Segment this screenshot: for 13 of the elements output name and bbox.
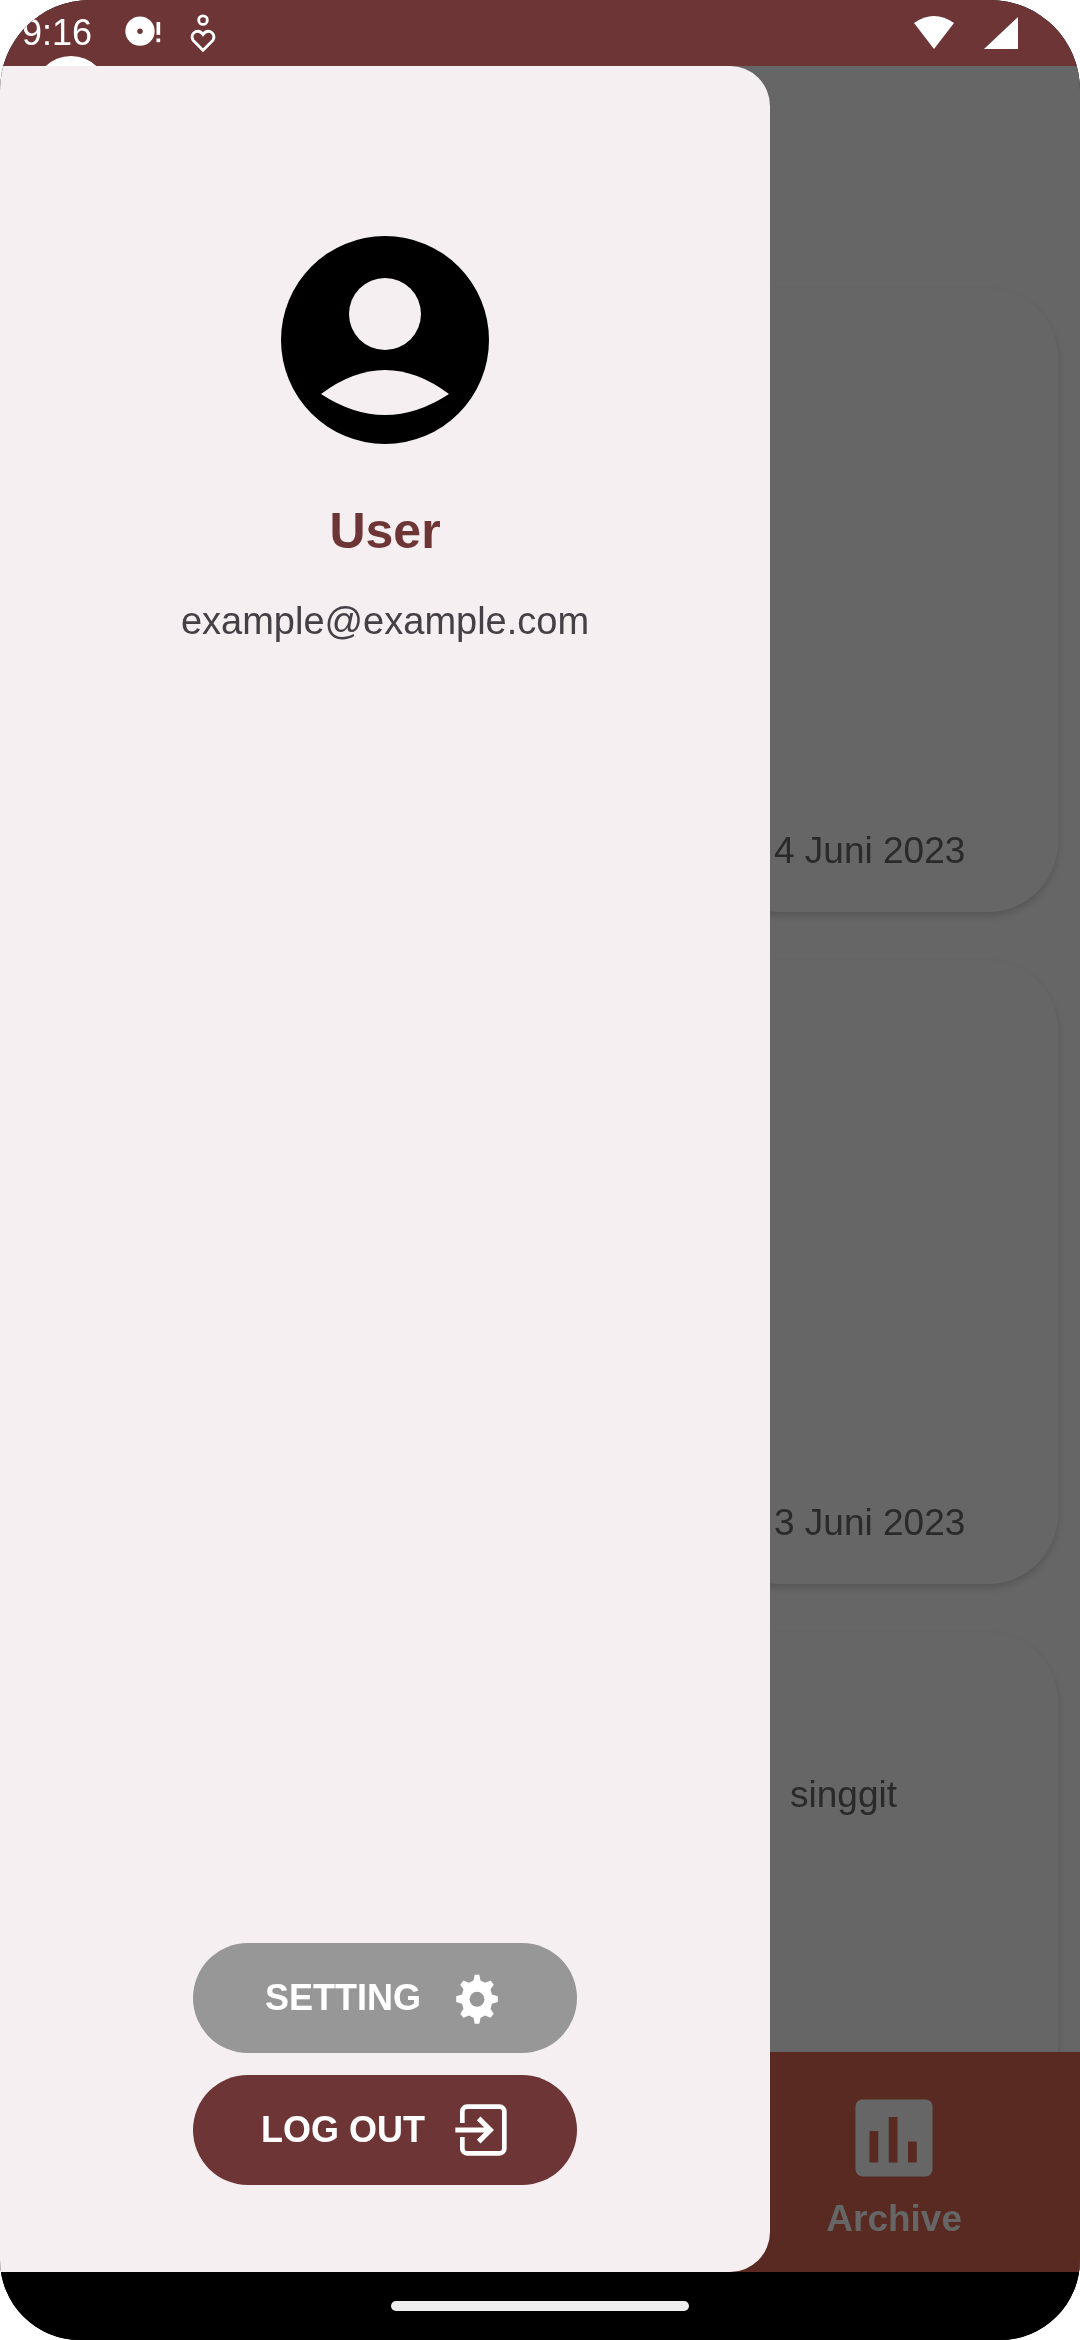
card-date: 4 Juni 2023	[773, 830, 966, 872]
nav-tab[interactable]: Archive	[826, 2052, 962, 2272]
avatar-icon	[281, 236, 489, 444]
settings-button[interactable]: SETTING	[193, 1943, 577, 2053]
signal-icon	[982, 15, 1020, 51]
exit-icon	[453, 2102, 509, 2158]
user-email: example@example.com	[180, 600, 590, 643]
wifi-icon	[912, 15, 956, 51]
logout-button[interactable]: LOG OUT	[193, 2075, 577, 2185]
home-indicator[interactable]	[391, 2301, 689, 2311]
card-title: singgit	[789, 1774, 897, 1816]
user-name: User	[329, 502, 441, 560]
card-date: 3 Juni 2023	[773, 1502, 966, 1544]
